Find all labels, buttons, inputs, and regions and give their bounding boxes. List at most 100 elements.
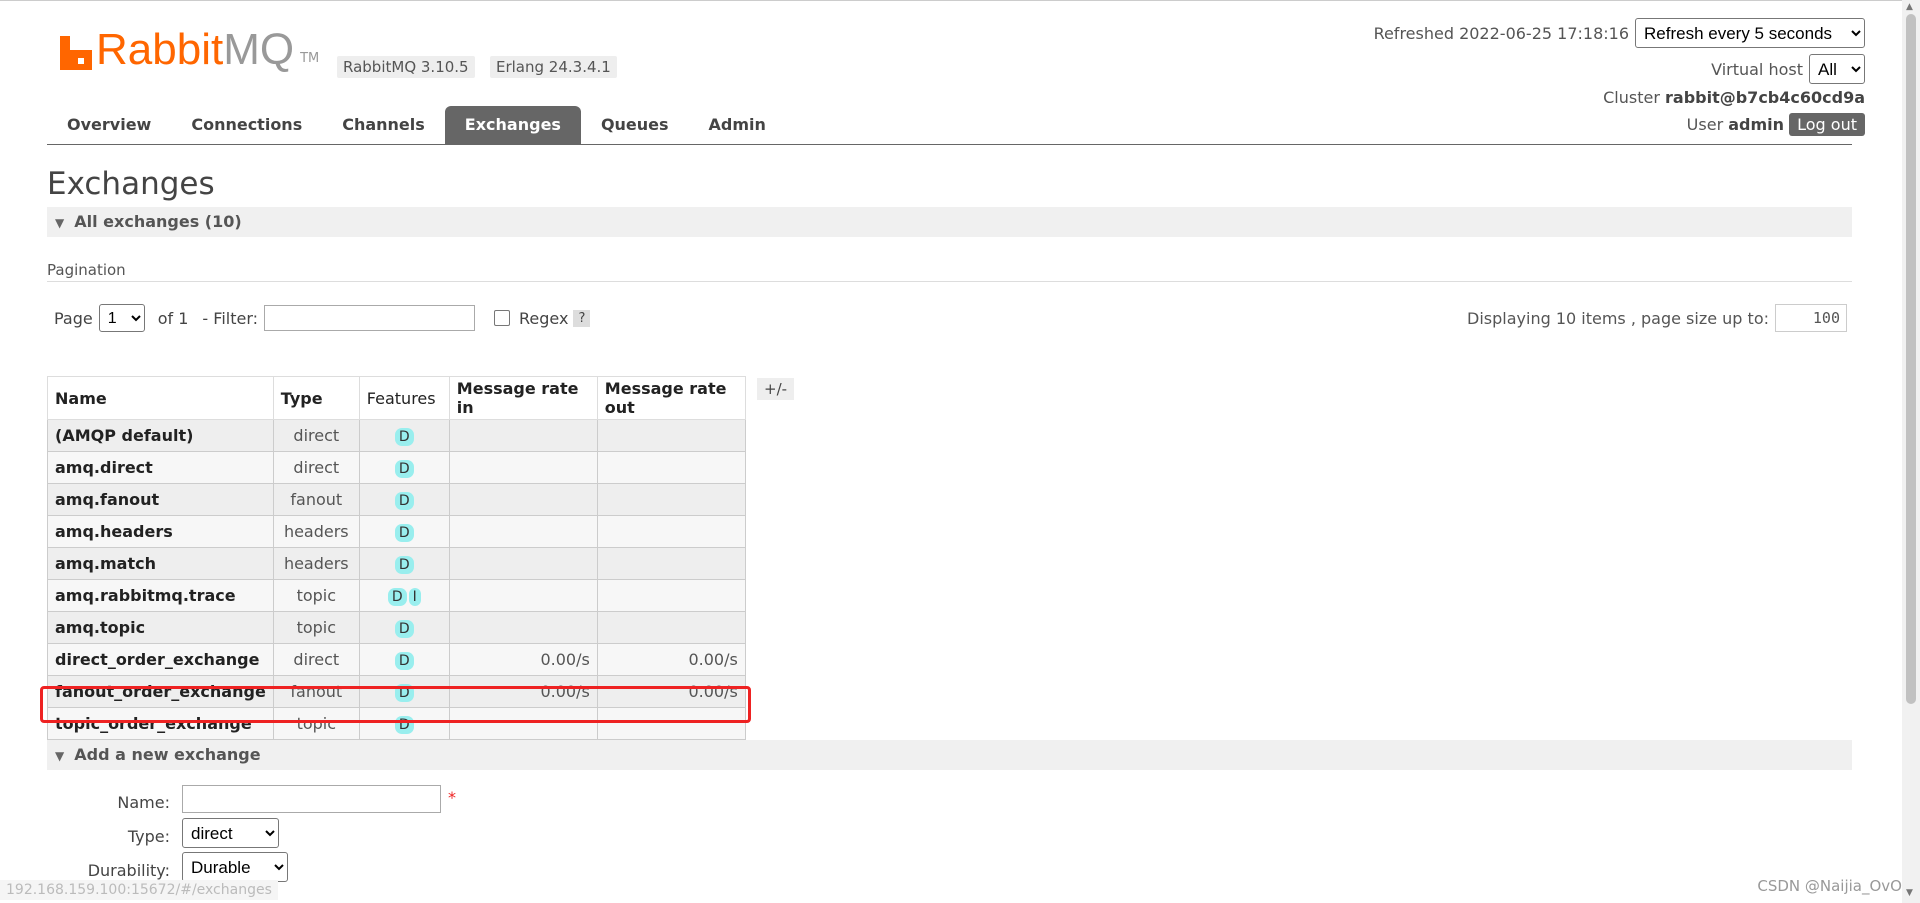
table-row: amq.direct direct D	[47, 451, 746, 484]
rate-out	[596, 483, 746, 516]
page-select[interactable]: 1	[98, 304, 145, 332]
user-info: User admin Log out	[1687, 113, 1865, 136]
erlang-version: Erlang 24.3.4.1	[490, 56, 617, 78]
exchange-type: direct	[272, 643, 360, 676]
table-row: direct_order_exchange direct D 0.00/s 0.…	[47, 643, 746, 676]
add-exchange-label: Add a new exchange	[74, 745, 261, 764]
all-exchanges-section-header[interactable]: ▼ All exchanges (10)	[47, 207, 1852, 237]
refreshed-timestamp: Refreshed 2022-06-25 17:18:16	[1373, 23, 1629, 43]
durable-badge: D	[387, 587, 407, 606]
highlight-box	[40, 686, 751, 723]
rate-out: 0.00/s	[596, 643, 746, 676]
exchange-name-input[interactable]	[182, 785, 441, 813]
tab-connections[interactable]: Connections	[171, 106, 322, 144]
rate-out	[596, 611, 746, 644]
rate-out	[596, 547, 746, 580]
exchange-name-link[interactable]: amq.topic	[47, 611, 274, 644]
tab-queues[interactable]: Queues	[581, 106, 689, 144]
exchange-name-link[interactable]: amq.headers	[47, 515, 274, 548]
vhost-select[interactable]: All	[1809, 54, 1865, 84]
pagination-controls: Page 1 of 1 - Filter: Regex ?	[54, 304, 591, 332]
rate-in	[448, 451, 598, 484]
table-row: amq.rabbitmq.trace topic DI	[47, 579, 746, 612]
rabbitmq-version: RabbitMQ 3.10.5	[337, 56, 475, 78]
col-rate-in[interactable]: Message rate in	[448, 376, 598, 420]
cluster-label: Cluster	[1603, 88, 1660, 107]
col-type[interactable]: Type	[272, 376, 360, 420]
add-exchange-section-header[interactable]: ▼ Add a new exchange	[47, 740, 1852, 770]
durable-badge: D	[394, 427, 414, 446]
name-label: Name:	[117, 793, 170, 812]
rate-in: 0.00/s	[448, 643, 598, 676]
durable-badge: D	[394, 619, 414, 638]
main-nav: Overview Connections Channels Exchanges …	[47, 106, 786, 144]
rate-in	[448, 515, 598, 548]
exchange-name-link[interactable]: (AMQP default)	[47, 419, 274, 452]
table-row: (AMQP default) direct D	[47, 419, 746, 452]
table-row: amq.fanout fanout D	[47, 483, 746, 516]
refresh-interval-select[interactable]: Refresh every 5 seconds	[1635, 18, 1865, 48]
scrollbar-thumb[interactable]	[1906, 14, 1916, 704]
scroll-down-arrow-icon[interactable]: ▼	[1906, 888, 1913, 898]
durability-select[interactable]: Durable	[182, 852, 288, 882]
regex-checkbox[interactable]	[494, 310, 511, 326]
tab-overview[interactable]: Overview	[47, 106, 171, 144]
page-title: Exchanges	[47, 166, 215, 202]
durability-label: Durability:	[87, 861, 170, 880]
exchange-features: D	[358, 483, 450, 516]
user-name: admin	[1728, 115, 1785, 134]
rate-out	[596, 515, 746, 548]
regex-help-button[interactable]: ?	[573, 309, 591, 327]
tab-exchanges[interactable]: Exchanges	[444, 106, 581, 144]
col-rate-out[interactable]: Message rate out	[596, 376, 746, 420]
table-header-row: Name Type Features Message rate in Messa…	[47, 376, 746, 420]
column-toggle-button[interactable]: +/-	[757, 378, 795, 400]
rate-in	[448, 611, 598, 644]
filter-input[interactable]	[264, 305, 476, 331]
nav-divider	[47, 144, 1852, 145]
vhost-area: Virtual host All	[1711, 54, 1865, 84]
exchange-type: direct	[272, 419, 360, 452]
tab-admin[interactable]: Admin	[689, 106, 786, 144]
top-border	[0, 0, 1920, 1]
page-label: Page	[54, 308, 93, 328]
page-size-input[interactable]: 100	[1775, 304, 1847, 332]
display-info: Displaying 10 items , page size up to: 1…	[1467, 304, 1847, 332]
collapse-triangle-icon: ▼	[55, 749, 65, 763]
rate-out	[596, 451, 746, 484]
table-row: amq.topic topic D	[47, 611, 746, 644]
rate-out	[596, 579, 746, 612]
rabbitmq-logo[interactable]: RabbitMQ TM	[60, 28, 319, 72]
type-label: Type:	[127, 827, 170, 846]
durable-badge: D	[394, 459, 414, 478]
refresh-area: Refreshed 2022-06-25 17:18:16 Refresh ev…	[1374, 18, 1865, 48]
status-bar-url: 192.168.159.100:15672/#/exchanges	[0, 880, 278, 900]
scroll-up-arrow-icon[interactable]: ▲	[1906, 2, 1913, 12]
pagination-divider	[47, 281, 1852, 282]
exchange-features: D	[358, 515, 450, 548]
col-name[interactable]: Name	[47, 376, 274, 420]
exchange-features: D	[358, 611, 450, 644]
exchange-type-select[interactable]: direct	[182, 818, 279, 848]
cluster-info: Cluster rabbit@b7cb4c60cd9a	[1603, 88, 1865, 107]
cluster-name: rabbit@b7cb4c60cd9a	[1665, 88, 1865, 107]
durable-badge: D	[394, 555, 414, 574]
exchange-name-link[interactable]: amq.direct	[47, 451, 274, 484]
exchange-features: D	[358, 643, 450, 676]
exchange-name-link[interactable]: amq.rabbitmq.trace	[47, 579, 274, 612]
exchange-features: D	[358, 547, 450, 580]
vertical-scrollbar[interactable]: ▲ ▼	[1902, 0, 1920, 903]
logout-button[interactable]: Log out	[1789, 113, 1865, 136]
rate-out	[596, 419, 746, 452]
required-marker: *	[448, 788, 456, 807]
watermark: CSDN @Naijia_OvO	[1757, 877, 1902, 895]
all-exchanges-label: All exchanges (10)	[74, 212, 242, 231]
table-row: amq.match headers D	[47, 547, 746, 580]
durable-badge: D	[394, 651, 414, 670]
exchange-type: topic	[272, 611, 360, 644]
tab-channels[interactable]: Channels	[322, 106, 445, 144]
exchange-name-link[interactable]: amq.fanout	[47, 483, 274, 516]
exchange-name-link[interactable]: amq.match	[47, 547, 274, 580]
internal-badge: I	[408, 587, 421, 606]
exchange-name-link[interactable]: direct_order_exchange	[47, 643, 274, 676]
